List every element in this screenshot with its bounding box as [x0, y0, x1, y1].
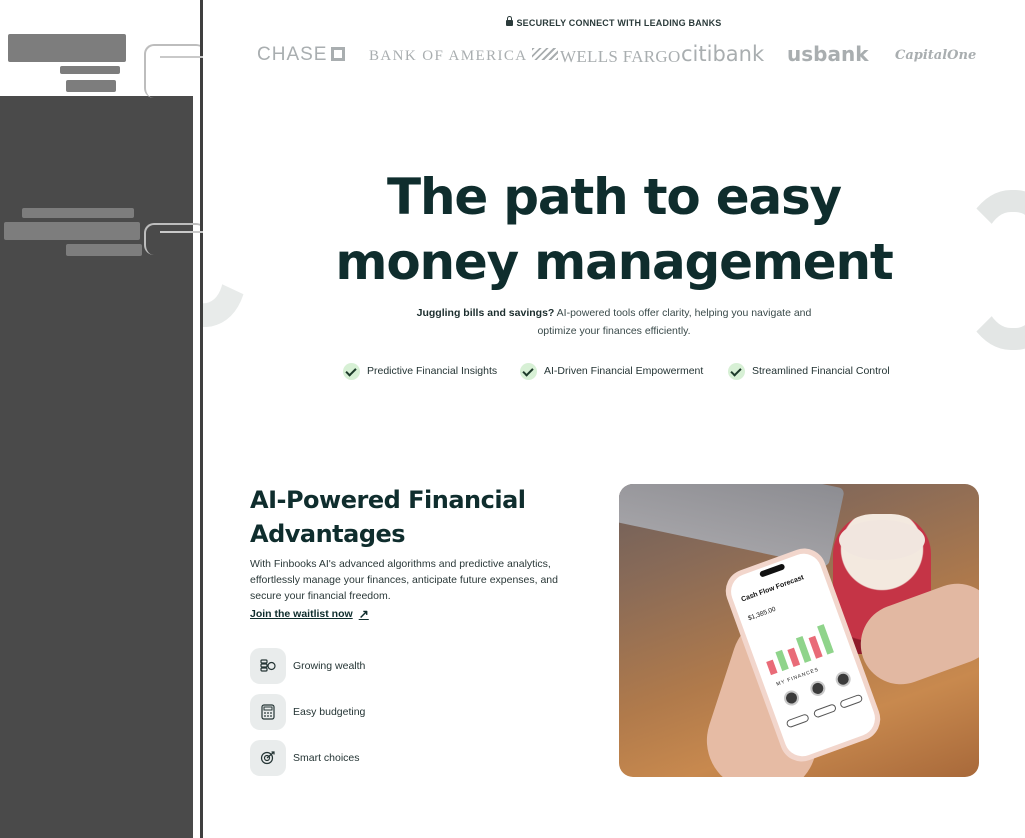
- bank-logo-chase: CHASE: [257, 44, 346, 66]
- feature-item: Predictive Financial Insights: [343, 361, 497, 381]
- phone-button: [812, 703, 837, 719]
- arrow-up-right-icon: ↗: [358, 607, 369, 621]
- chase-octagon-icon: [331, 47, 346, 61]
- hero-subtitle-bold: Juggling bills and savings?: [416, 307, 555, 319]
- chart-bar: [766, 659, 778, 676]
- feature-label: Streamlined Financial Control: [752, 365, 890, 377]
- annotation-note: [60, 66, 120, 74]
- advantage-item-smart-choices: Smart choices: [250, 740, 360, 776]
- feature-label: AI-Driven Financial Empowerment: [544, 365, 704, 377]
- chart-bar: [808, 635, 823, 659]
- check-icon: [520, 362, 537, 380]
- join-waitlist-link[interactable]: Join the waitlist now ↗: [250, 607, 369, 621]
- bank-logo-citibank: citibank: [681, 42, 765, 66]
- secure-connect-text: SECURELY CONNECT WITH LEADING BANKS: [516, 18, 722, 28]
- annotation-note: [66, 244, 142, 256]
- annotation-note: [66, 80, 116, 92]
- chart-bar: [787, 647, 801, 667]
- advantage-label: Easy budgeting: [293, 706, 366, 718]
- advantage-label: Growing wealth: [293, 660, 366, 672]
- hero-subtitle-rest: AI-powered tools offer clarity, helping …: [537, 307, 812, 337]
- hero-title-line-2: money management: [335, 233, 893, 291]
- phone-button: [839, 693, 864, 709]
- hero-title-line-1: The path to easy: [387, 168, 842, 226]
- avatar: [807, 679, 827, 699]
- cash-flow-amount: $1,385.00: [747, 605, 777, 623]
- coins-icon: [250, 648, 286, 684]
- chart-bar: [775, 649, 789, 672]
- advantage-item-easy-budgeting: Easy budgeting: [250, 694, 365, 730]
- bank-logo-capital-one: CapitalOne: [895, 48, 977, 63]
- feature-label: Predictive Financial Insights: [367, 365, 498, 377]
- annotation-note: [8, 34, 126, 62]
- annotation-connector: [144, 44, 206, 98]
- secure-connect-banner: SECURELY CONNECT WITH LEADING BANKS: [203, 16, 1025, 28]
- hero-title: The path to easy money management: [203, 165, 1025, 295]
- advantages-title: AI-Powered Financial Advantages: [250, 483, 570, 551]
- bank-logo-wells-fargo: WELLS FARGO: [560, 47, 681, 66]
- app-lifestyle-photo: Cash Flow Forecast $1,385.00 MY FINANCES: [619, 484, 979, 777]
- hero-features: Predictive Financial Insights AI-Driven …: [343, 361, 903, 381]
- feature-item: AI-Driven Financial Empowerment: [520, 361, 703, 381]
- drink-froth: [839, 520, 925, 560]
- check-icon: [343, 362, 360, 380]
- cash-flow-chart: [757, 617, 842, 676]
- phone-notch: [758, 563, 786, 578]
- advantages-body: With Finbooks AI's advanced algorithms a…: [250, 558, 558, 602]
- advantage-label: Smart choices: [293, 752, 360, 764]
- bank-logo-usbank: usbank: [787, 42, 869, 66]
- annotation-connector: [144, 223, 206, 255]
- hero-subtitle: Juggling bills and savings? AI-powered t…: [414, 304, 814, 340]
- advantage-item-growing-wealth: Growing wealth: [250, 648, 365, 684]
- annotation-gutter: [0, 0, 206, 838]
- feature-item: Streamlined Financial Control: [728, 361, 890, 381]
- lock-icon: [506, 16, 514, 26]
- advantages-title-line-1: AI-Powered Financial: [250, 486, 526, 514]
- calculator-icon: [250, 694, 286, 730]
- advantages-title-line-2: Advantages: [250, 520, 406, 548]
- bank-logo-bank-of-america: BANK OF AMERICA: [369, 48, 558, 65]
- check-icon: [728, 362, 745, 380]
- avatar: [833, 669, 853, 689]
- annotation-note: [4, 222, 140, 240]
- target-icon: [250, 740, 286, 776]
- cash-flow-title: Cash Flow Forecast: [740, 574, 805, 604]
- boa-flag-icon: [531, 48, 558, 60]
- join-waitlist-label: Join the waitlist now: [250, 608, 353, 620]
- bank-logos: CHASE BANK OF AMERICA WELLS FARGO citiba…: [255, 42, 977, 72]
- annotation-panel-lower: [0, 250, 145, 838]
- landing-page: SECURELY CONNECT WITH LEADING BANKS CHAS…: [203, 0, 1025, 838]
- avatar: [781, 688, 802, 708]
- annotation-note: [22, 208, 134, 218]
- phone-button: [785, 713, 810, 729]
